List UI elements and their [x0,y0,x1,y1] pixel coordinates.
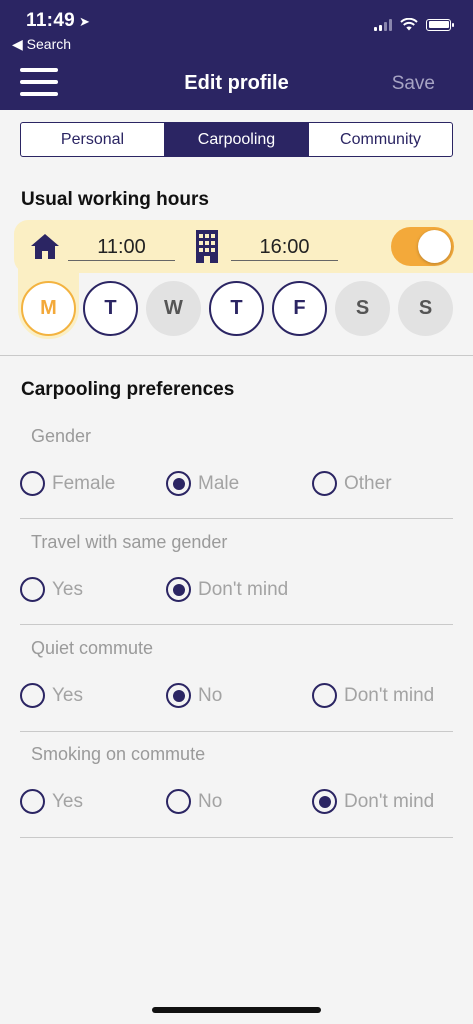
group-divider [20,518,453,519]
carpooling-preferences-title: Carpooling preferences [21,379,235,400]
top-bar: 11:49 ➤ ◀ Search Edit profile Save [0,0,473,110]
group-divider [20,624,453,625]
location-arrow-icon: ➤ [79,14,91,29]
gender-option-male[interactable]: Male [166,471,239,496]
tab-community[interactable]: Community [309,123,452,156]
working-hours-title: Usual working hours [21,189,209,210]
home-indicator[interactable] [152,1007,321,1013]
quiet-commute-option-dont-mind[interactable]: Don't mind [312,683,434,708]
radio-button[interactable] [20,789,45,814]
radio-button[interactable] [166,789,191,814]
day-sunday[interactable]: S [398,281,453,336]
radio-button[interactable] [20,471,45,496]
day-tuesday[interactable]: T [83,281,138,336]
radio-button[interactable] [20,683,45,708]
gender-label: Gender [31,426,92,446]
smoking-option-dont-mind[interactable]: Don't mind [312,789,434,814]
smoking-label: Smoking on commute [31,744,206,764]
radio-button-checked[interactable] [166,577,191,602]
radio-button[interactable] [312,471,337,496]
section-divider [0,355,473,356]
smoking-option-no[interactable]: No [166,789,222,814]
quiet-commute-option-no[interactable]: No [166,683,222,708]
working-hours-toggle[interactable] [391,227,454,266]
profile-tabs: Personal Carpooling Community [20,122,453,157]
wifi-icon [400,18,418,31]
day-wednesday[interactable]: W [146,281,201,336]
day-friday[interactable]: F [272,281,327,336]
radio-button-checked[interactable] [166,683,191,708]
radio-button-checked[interactable] [312,789,337,814]
day-monday[interactable]: M [21,281,76,336]
status-icons [374,18,454,31]
status-time: 11:49 ➤ [26,10,91,31]
smoking-option-yes[interactable]: Yes [20,789,83,814]
same-gender-option-yes[interactable]: Yes [20,577,83,602]
back-to-search-link[interactable]: ◀ Search [12,36,71,53]
day-thursday[interactable]: T [209,281,264,336]
radio-button[interactable] [312,683,337,708]
cellular-signal-icon [374,18,392,31]
tab-carpooling[interactable]: Carpooling [165,123,309,156]
home-icon [31,234,59,259]
save-button[interactable]: Save [392,73,435,95]
same-gender-option-dont-mind[interactable]: Don't mind [166,577,288,602]
gender-option-female[interactable]: Female [20,471,115,496]
quiet-commute-label: Quiet commute [31,638,154,658]
start-time-field[interactable]: 11:00 [68,233,175,261]
quiet-commute-option-yes[interactable]: Yes [20,683,83,708]
radio-button-checked[interactable] [166,471,191,496]
radio-button[interactable] [20,577,45,602]
toggle-knob [418,230,451,263]
same-gender-label: Travel with same gender [31,532,228,552]
end-time-field[interactable]: 16:00 [231,233,338,261]
day-saturday[interactable]: S [335,281,390,336]
tab-personal[interactable]: Personal [21,123,165,156]
battery-icon [426,18,454,31]
office-building-icon [196,230,218,263]
gender-option-other[interactable]: Other [312,471,392,496]
group-divider [20,837,453,838]
group-divider [20,731,453,732]
